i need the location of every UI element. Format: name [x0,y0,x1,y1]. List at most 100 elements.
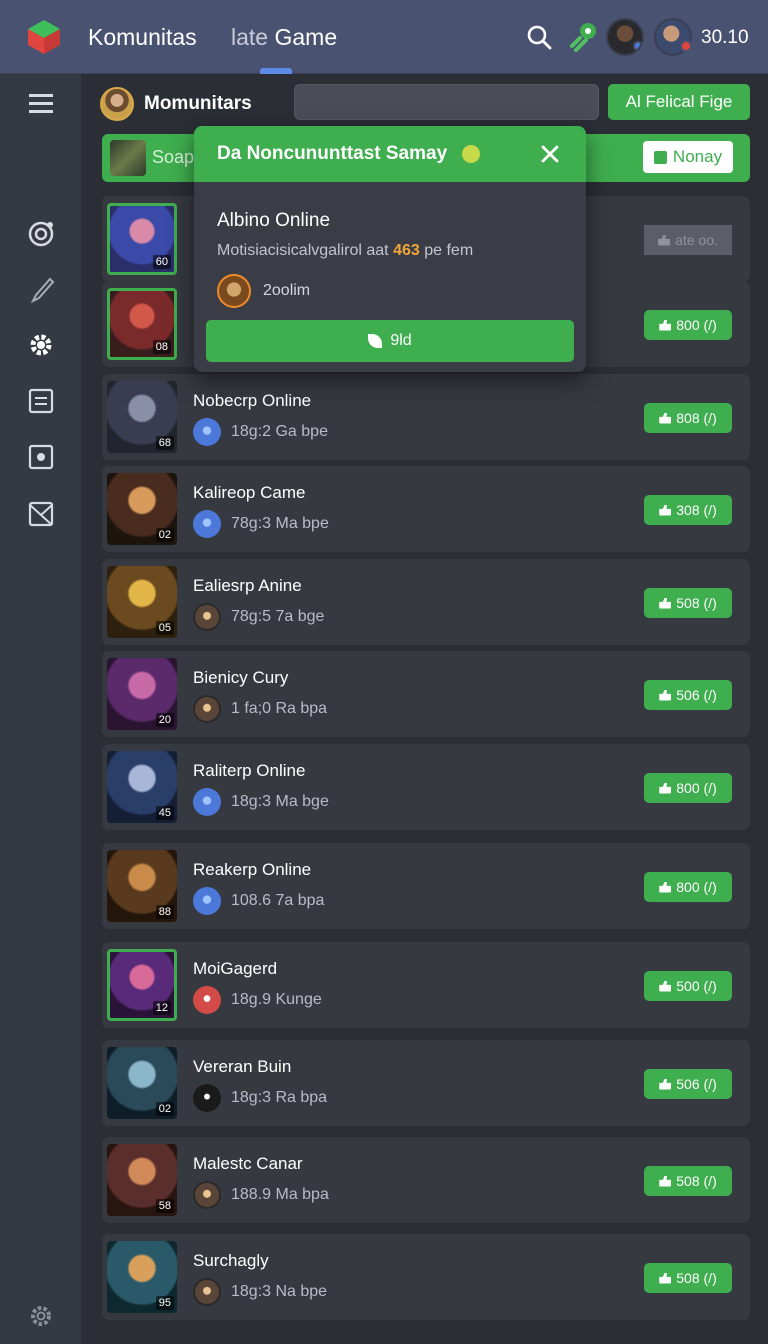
game-card[interactable]: 02 Vereran Buin 18g:3 Ra bpa 506 (/) [102,1040,750,1126]
rank-badge-icon [193,1181,221,1209]
level-badge: 68 [155,436,174,450]
rank-badge-icon [193,986,221,1014]
featured-text: Soap [152,147,195,167]
game-stats: 78g:5 7a bge [231,608,325,625]
brush-icon[interactable] [25,274,57,306]
avatar[interactable] [606,18,644,56]
game-card[interactable]: 88 Reakerp Online 108.6 7a bpa 800 (/) [102,843,750,929]
like-button[interactable]: 308 (/) [644,495,732,525]
thumbs-up-icon [659,412,672,424]
app-title: Komunitas [88,24,197,50]
settings-icon[interactable] [25,1300,57,1332]
game-title: MoiGagerd [193,959,278,978]
community-avatar[interactable] [100,87,134,121]
game-title: Malestc Canar [193,1154,303,1173]
radar-icon[interactable] [25,218,57,250]
like-button[interactable]: 508 (/) [644,588,732,618]
rank-badge-icon [193,1278,221,1306]
popup-desc-suffix: pe fem [424,242,474,259]
popup-user-name: 2oolim [263,282,311,299]
add-button[interactable]: Al Felical Fige [608,84,750,120]
like-button-label: 506 (/) [676,687,717,703]
rank-badge-icon [193,695,221,723]
gear-icon[interactable] [25,329,57,361]
popup-title: Da Noncununttast Samay [217,143,448,164]
level-badge: 20 [155,713,174,727]
like-button-label: 508 (/) [676,1270,717,1286]
like-button[interactable]: 506 (/) [644,1069,732,1099]
game-stats: 108.6 7a bpa [231,892,325,909]
game-thumbnail: 45 [107,751,177,823]
thumbs-up-icon [659,1175,672,1187]
game-card[interactable]: 02 Kalireop Came 78g:3 Ma bpe 308 (/) [102,466,750,552]
level-badge: 05 [155,621,174,635]
tab-prefix: late [231,24,269,50]
game-subtitle: 1 fa;0 Ra bpa [193,695,327,723]
game-card[interactable]: 05 Ealiesrp Anine 78g:5 7a bge 508 (/) [102,559,750,645]
search-icon[interactable] [526,24,552,50]
game-subtitle: 78g:3 Ma bpe [193,510,329,538]
level-badge: 45 [155,806,174,820]
mail-icon[interactable] [25,498,57,530]
like-button[interactable]: 800 (/) [644,872,732,902]
game-card[interactable]: 12 MoiGagerd 18g.9 Kunge 500 (/) [102,942,750,1028]
thumbs-up-icon [659,1078,672,1090]
puzzle-icon[interactable] [25,441,57,473]
game-card[interactable]: 45 Raliterp Online 18g:3 Ma bge 800 (/) [102,744,750,830]
game-subtitle: 18g:3 Ra bpa [193,1084,327,1112]
like-button-label: 808 (/) [676,410,717,426]
game-thumbnail: 58 [107,1144,177,1216]
search-input[interactable] [294,84,599,120]
featured-button[interactable]: Nonay [643,141,733,173]
community-header: Momunitars [100,84,252,124]
like-button[interactable]: 508 (/) [644,1263,732,1293]
close-icon[interactable] [538,142,562,166]
popup-desc-number: 463 [393,242,420,259]
game-stats: 78g:3 Ma bpe [231,515,329,532]
like-button[interactable]: 508 (/) [644,1166,732,1196]
link-icon[interactable] [566,20,600,54]
app-logo-icon[interactable] [26,18,62,56]
status-dot [633,41,642,51]
game-title: Nobecrp Online [193,391,312,410]
popup-dialog: Da Noncununttast Samay Albino Online Mot… [194,126,586,372]
game-thumbnail: 88 [107,850,177,922]
game-card[interactable]: 58 Malestc Canar 188.9 Ma bpa 508 (/) [102,1137,750,1223]
game-title: Ealiesrp Anine [193,576,302,595]
game-thumbnail: 60 [107,203,177,275]
like-button-label: 800 (/) [676,780,717,796]
like-button[interactable]: 800 (/) [644,773,732,803]
like-button[interactable]: 506 (/) [644,680,732,710]
game-card[interactable]: 95 Surchagly 18g:3 Na bpe 508 (/) [102,1234,750,1320]
game-title: Bienicy Cury [193,668,289,687]
like-button[interactable]: 500 (/) [644,971,732,1001]
avatar[interactable] [654,18,692,56]
document-icon[interactable] [25,385,57,417]
level-badge: 95 [155,1296,174,1310]
game-card[interactable]: 68 Nobecrp Online 18g:2 Ga bpe 808 (/) [102,374,750,460]
like-button[interactable]: 800 (/) [644,310,732,340]
notification-dot [680,40,692,52]
thumbs-up-icon [659,597,672,609]
tab-game[interactable]: late Game [231,24,337,51]
thumbs-up-icon [659,504,672,516]
game-card[interactable]: 20 Bienicy Cury 1 fa;0 Ra bpa 506 (/) [102,651,750,737]
game-subtitle: 188.9 Ma bpa [193,1181,329,1209]
thumbs-up-icon [659,782,672,794]
thumbs-up-icon [659,319,672,331]
rank-badge-icon [193,603,221,631]
like-button[interactable]: 808 (/) [644,403,732,433]
square-icon [653,150,667,164]
rank-badge-icon [193,1084,221,1112]
game-thumbnail: 20 [107,658,177,730]
popup-confirm-button[interactable]: 9ld [206,320,574,362]
game-thumbnail: 12 [107,949,177,1021]
menu-icon[interactable] [25,88,57,120]
like-button-label: 800 (/) [676,879,717,895]
game-stats: 18g:3 Ra bpa [231,1089,328,1106]
game-thumbnail: 02 [107,1047,177,1119]
game-stats: 18g.9 Kunge [231,991,322,1008]
like-button[interactable]: ate oo. [644,225,732,255]
rank-badge-icon [193,887,221,915]
popup-header: Da Noncununttast Samay [194,126,586,182]
